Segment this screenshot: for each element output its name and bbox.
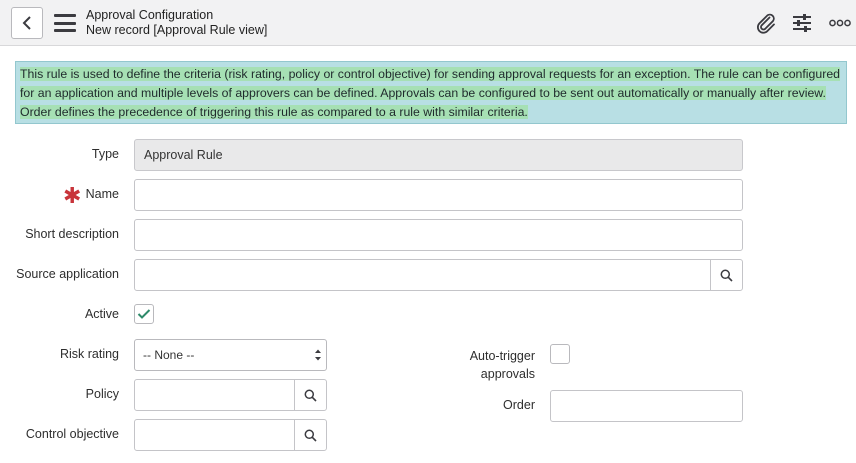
more-options-button[interactable] bbox=[827, 10, 853, 36]
source-application-lookup-button[interactable] bbox=[710, 260, 742, 290]
banner-line-1: This rule is used to define the criteria… bbox=[20, 67, 840, 81]
active-label: Active bbox=[84, 307, 119, 321]
type-field: Approval Rule bbox=[134, 139, 743, 171]
source-application-label: Source application bbox=[16, 267, 119, 281]
paperclip-icon bbox=[757, 13, 775, 34]
short-description-input[interactable] bbox=[134, 219, 743, 251]
select-arrows-icon bbox=[315, 349, 321, 361]
risk-rating-label: Risk rating bbox=[59, 347, 119, 361]
policy-lookup-button[interactable] bbox=[294, 380, 326, 410]
control-objective-lookup-button[interactable] bbox=[294, 420, 326, 450]
attachment-button[interactable] bbox=[753, 10, 779, 36]
auto-trigger-approvals-label: Auto-trigger approvals bbox=[470, 347, 535, 383]
title-block: Approval Configuration New record [Appro… bbox=[86, 8, 267, 38]
active-checkbox[interactable] bbox=[134, 304, 154, 324]
required-indicator-icon: ✱ bbox=[63, 183, 82, 208]
banner-line-3: Order defines the precedence of triggeri… bbox=[20, 105, 528, 119]
order-label: Order bbox=[503, 398, 535, 412]
page-title: Approval Configuration bbox=[86, 8, 214, 22]
search-icon bbox=[720, 269, 733, 282]
form-header: Approval Configuration New record [Appro… bbox=[0, 0, 856, 46]
sliders-icon bbox=[793, 14, 811, 32]
auto-trigger-label-line-2: approvals bbox=[480, 367, 535, 381]
risk-rating-select[interactable]: -- None -- bbox=[134, 339, 327, 371]
risk-rating-selected-value: -- None -- bbox=[143, 348, 195, 362]
type-label: Type bbox=[91, 147, 119, 161]
more-icon bbox=[829, 19, 851, 27]
name-input[interactable] bbox=[134, 179, 743, 211]
policy-label: Policy bbox=[85, 387, 119, 401]
back-button[interactable] bbox=[11, 7, 43, 39]
source-application-input[interactable] bbox=[134, 259, 743, 291]
short-description-label: Short description bbox=[25, 227, 119, 241]
policy-input[interactable] bbox=[134, 379, 327, 411]
search-icon bbox=[304, 389, 317, 402]
back-icon bbox=[22, 16, 31, 30]
page-subtitle: New record [Approval Rule view] bbox=[86, 23, 268, 37]
control-objective-input[interactable] bbox=[134, 419, 327, 451]
name-label: Name bbox=[85, 187, 119, 201]
info-banner: This rule is used to define the criteria… bbox=[15, 61, 847, 124]
hamburger-menu-icon[interactable] bbox=[54, 14, 76, 32]
checkmark-icon bbox=[137, 309, 151, 319]
control-objective-label: Control objective bbox=[25, 427, 119, 441]
personalize-form-button[interactable] bbox=[789, 10, 815, 36]
auto-trigger-label-line-1: Auto-trigger bbox=[469, 349, 535, 363]
search-icon bbox=[304, 429, 317, 442]
order-input[interactable] bbox=[550, 390, 743, 422]
banner-line-2: for an application and multiple levels o… bbox=[20, 86, 826, 100]
auto-trigger-approvals-checkbox[interactable] bbox=[550, 344, 570, 364]
